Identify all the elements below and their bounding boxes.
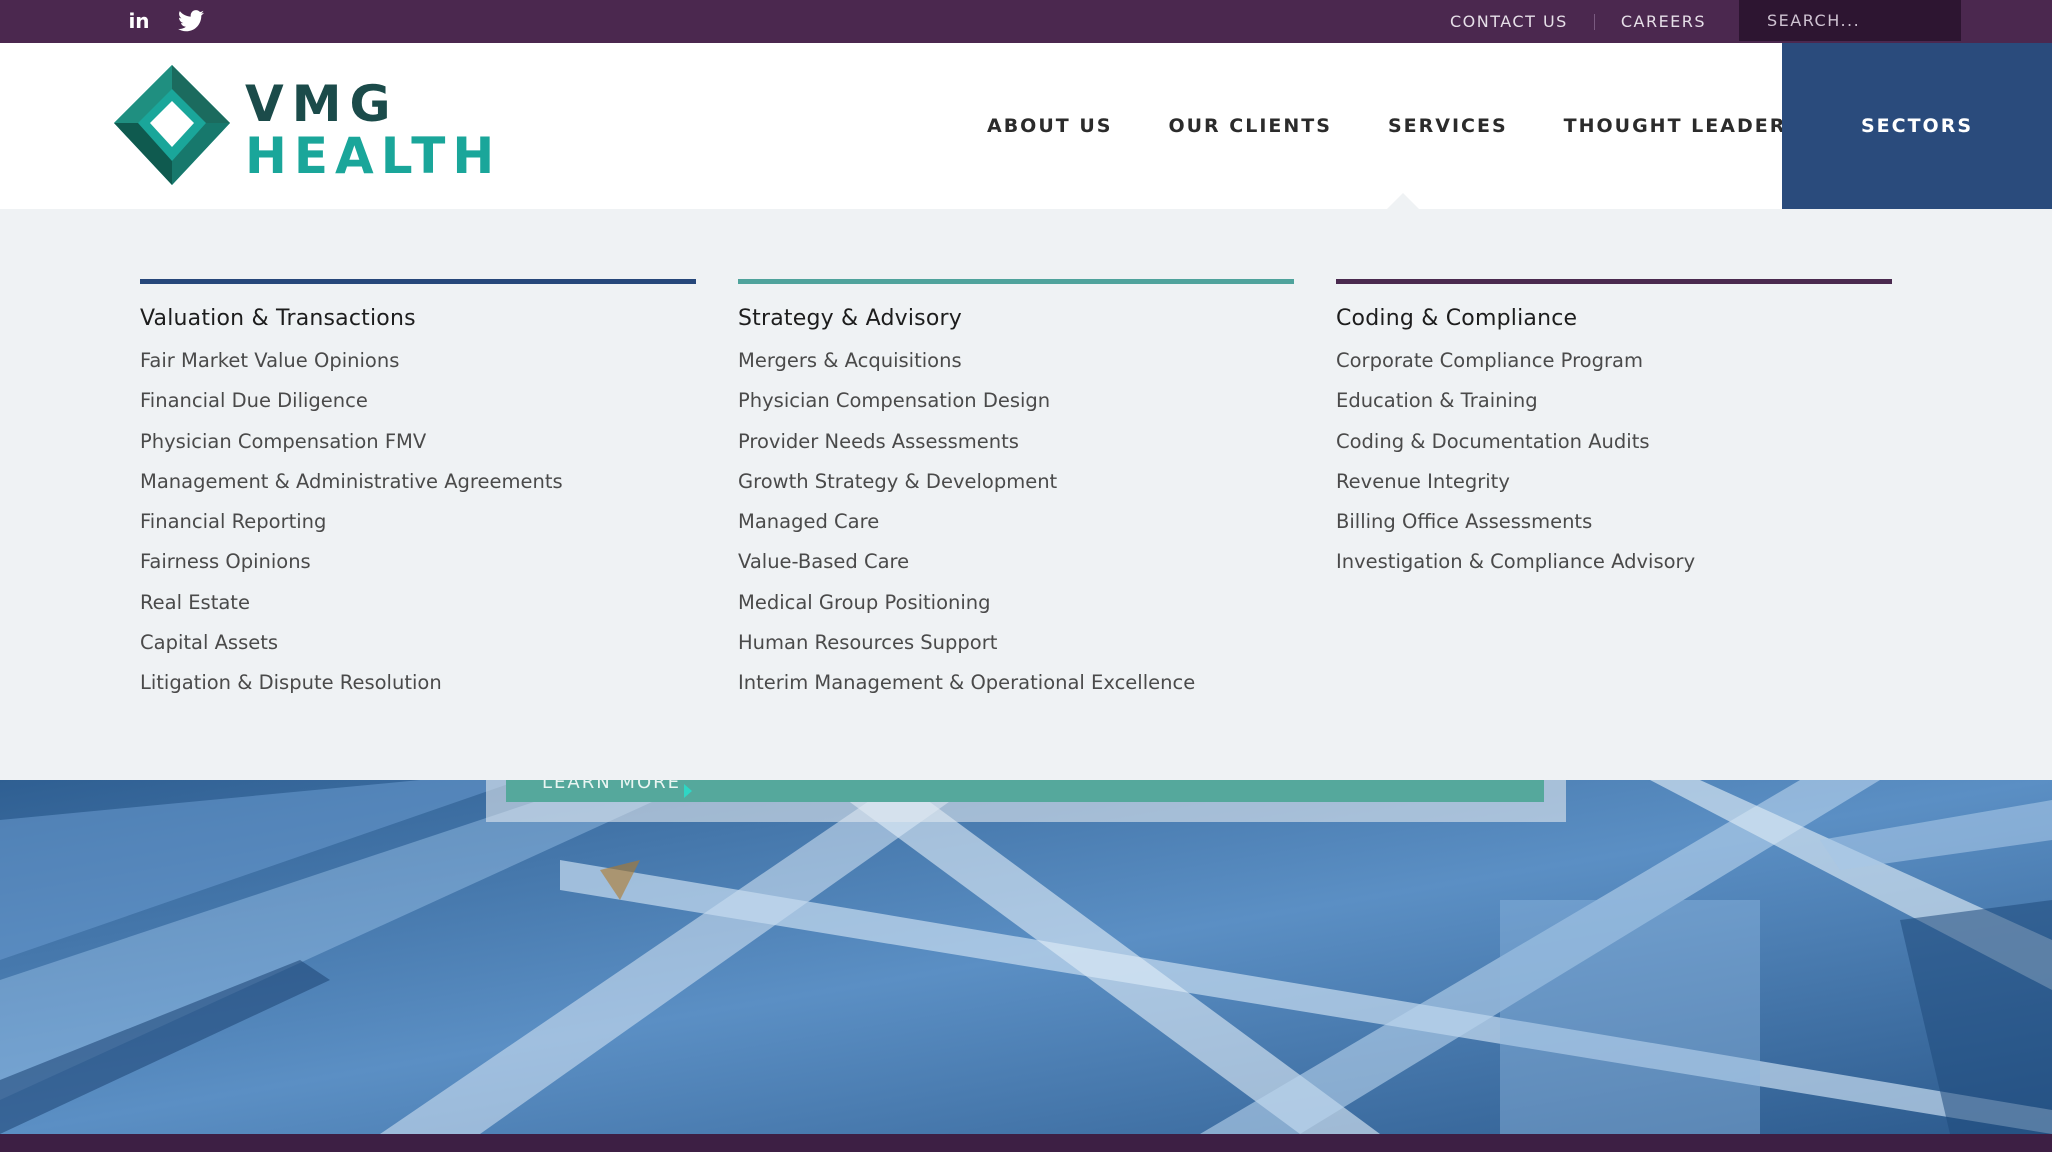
menu-link[interactable]: Capital Assets: [140, 623, 696, 663]
column-accent-bar: [1336, 279, 1892, 284]
menu-link[interactable]: Human Resources Support: [738, 623, 1294, 663]
menu-column-coding: Coding & Compliance Corporate Compliance…: [1336, 279, 1892, 583]
column-accent-bar: [140, 279, 696, 284]
menu-column-strategy: Strategy & Advisory Mergers & Acquisitio…: [738, 279, 1294, 704]
menu-link[interactable]: Fairness Opinions: [140, 542, 696, 582]
linkedin-glyph: in: [128, 9, 150, 33]
nav-about-us[interactable]: ABOUT US: [987, 115, 1112, 137]
menu-link[interactable]: Physician Compensation FMV: [140, 422, 696, 462]
column-links: Mergers & Acquisitions Physician Compens…: [738, 341, 1294, 704]
menu-link[interactable]: Provider Needs Assessments: [738, 422, 1294, 462]
menu-link[interactable]: Value-Based Care: [738, 542, 1294, 582]
logo-diamond-icon: [114, 65, 230, 185]
logo-wordmark: VMG HEALTH: [245, 79, 501, 181]
menu-link[interactable]: Coding & Documentation Audits: [1336, 422, 1892, 462]
column-heading[interactable]: Coding & Compliance: [1336, 306, 1892, 331]
twitter-bird-shape: [178, 10, 204, 32]
vmg-health-logo[interactable]: VMG HEALTH: [110, 61, 500, 191]
hero-architecture-graphic: [0, 780, 2052, 1134]
menu-link[interactable]: Financial Reporting: [140, 502, 696, 542]
contact-us-link[interactable]: CONTACT US: [1450, 12, 1568, 31]
menu-link[interactable]: Growth Strategy & Development: [738, 462, 1294, 502]
careers-link[interactable]: CAREERS: [1621, 12, 1706, 31]
menu-link[interactable]: Fair Market Value Opinions: [140, 341, 696, 381]
utility-links: CONTACT US CAREERS: [1450, 0, 1706, 43]
column-links: Fair Market Value Opinions Financial Due…: [140, 341, 696, 704]
menu-link[interactable]: Litigation & Dispute Resolution: [140, 663, 696, 703]
menu-column-valuation: Valuation & Transactions Fair Market Val…: [140, 279, 696, 704]
menu-link[interactable]: Managed Care: [738, 502, 1294, 542]
search-input[interactable]: [1739, 0, 1961, 41]
linkedin-icon[interactable]: in: [124, 6, 154, 36]
play-arrow-icon: [684, 784, 692, 798]
footer-strip: [0, 1134, 2052, 1152]
search-box: [1739, 0, 1961, 41]
primary-nav: ABOUT US OUR CLIENTS SERVICES THOUGHT LE…: [987, 43, 1845, 209]
column-accent-bar: [738, 279, 1294, 284]
nav-services[interactable]: SERVICES: [1388, 115, 1508, 137]
nav-sectors-button[interactable]: SECTORS: [1782, 43, 2052, 209]
social-links: in: [124, 6, 206, 36]
menu-link[interactable]: Medical Group Positioning: [738, 583, 1294, 623]
learn-more-button[interactable]: LEARN MORE: [506, 780, 1544, 802]
twitter-icon[interactable]: [176, 6, 206, 36]
menu-link[interactable]: Billing Office Assessments: [1336, 502, 1892, 542]
hero-image: [0, 780, 2052, 1134]
utility-bar: in CONTACT US CAREERS: [0, 0, 2052, 43]
learn-more-label: LEARN MORE: [542, 780, 681, 793]
menu-link[interactable]: Mergers & Acquisitions: [738, 341, 1294, 381]
menu-link[interactable]: Financial Due Diligence: [140, 381, 696, 421]
utility-divider: [1593, 13, 1595, 30]
menu-link[interactable]: Physician Compensation Design: [738, 381, 1294, 421]
sectors-label: SECTORS: [1860, 115, 1974, 137]
menu-link[interactable]: Revenue Integrity: [1336, 462, 1892, 502]
menu-link[interactable]: Real Estate: [140, 583, 696, 623]
menu-link[interactable]: Interim Management & Operational Excelle…: [738, 663, 1294, 703]
column-links: Corporate Compliance Program Education &…: [1336, 341, 1892, 583]
column-heading[interactable]: Valuation & Transactions: [140, 306, 696, 331]
menu-link[interactable]: Management & Administrative Agreements: [140, 462, 696, 502]
menu-link[interactable]: Education & Training: [1336, 381, 1892, 421]
menu-link[interactable]: Investigation & Compliance Advisory: [1336, 542, 1892, 582]
logo-vmg: VMG: [245, 75, 399, 133]
logo-health: HEALTH: [245, 127, 502, 185]
services-mega-menu: Valuation & Transactions Fair Market Val…: [0, 209, 2052, 780]
main-header: VMG HEALTH ABOUT US OUR CLIENTS SERVICES…: [0, 43, 2052, 209]
column-heading[interactable]: Strategy & Advisory: [738, 306, 1294, 331]
dropdown-caret: [1387, 193, 1419, 209]
menu-link[interactable]: Corporate Compliance Program: [1336, 341, 1892, 381]
nav-our-clients[interactable]: OUR CLIENTS: [1168, 115, 1331, 137]
